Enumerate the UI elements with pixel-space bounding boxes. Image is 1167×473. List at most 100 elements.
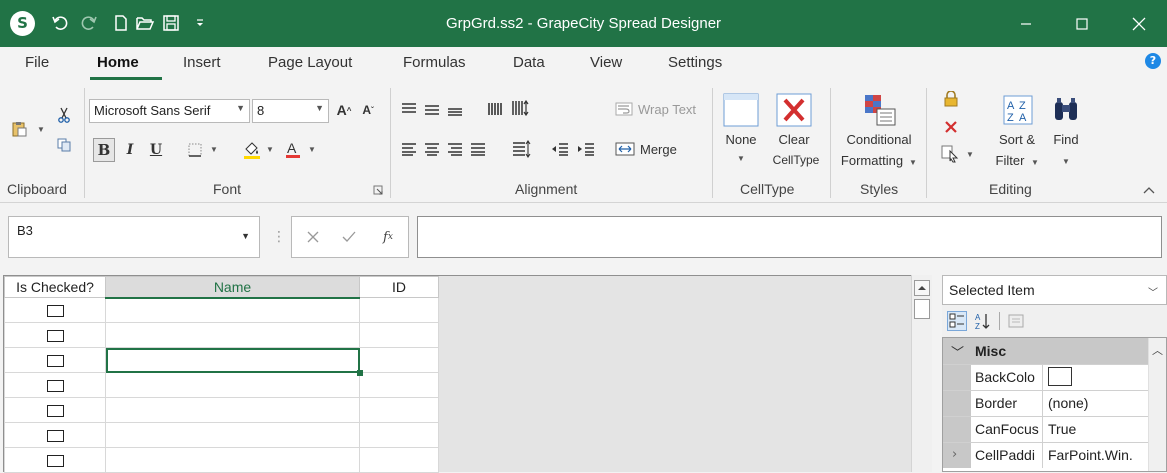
save-icon[interactable] <box>161 12 181 34</box>
decrease-indent-icon[interactable] <box>550 140 570 158</box>
sort-filter-label-line1[interactable]: Sort & <box>992 132 1042 147</box>
checkbox-cell[interactable] <box>4 447 106 473</box>
align-left-icon[interactable] <box>400 140 418 158</box>
enter-formula-icon[interactable] <box>340 228 358 246</box>
help-icon[interactable]: ? <box>1145 53 1161 69</box>
paste-icon[interactable] <box>8 118 30 140</box>
id-cell[interactable] <box>359 422 439 448</box>
conditional-formatting-label-line2[interactable]: Formatting <box>836 153 908 168</box>
font-size-combobox[interactable]: 8 ▼ <box>252 99 329 123</box>
tab-home[interactable]: Home <box>97 54 139 71</box>
id-cell[interactable] <box>359 322 439 348</box>
increase-indent-icon[interactable] <box>576 140 596 158</box>
property-object-selector[interactable]: Selected Item ﹀ <box>942 275 1167 305</box>
select-dropdown-icon[interactable]: ▼ <box>966 149 974 159</box>
name-cell[interactable] <box>105 397 360 423</box>
wrap-text-button[interactable]: Wrap Text <box>638 100 706 118</box>
insert-function-icon[interactable]: fx <box>377 227 399 247</box>
property-value[interactable]: FarPoint.Win. <box>1044 443 1148 468</box>
tab-file[interactable]: File <box>25 54 49 71</box>
checkbox[interactable] <box>46 354 64 367</box>
cancel-formula-icon[interactable] <box>304 228 322 246</box>
borders-icon[interactable] <box>183 139 207 161</box>
fill-handle[interactable] <box>357 370 363 376</box>
alphabetical-sort-icon[interactable]: AZ <box>973 311 993 331</box>
id-cell[interactable] <box>359 397 439 423</box>
checkbox-cell[interactable] <box>4 422 106 448</box>
align-bottom-icon[interactable] <box>446 100 464 118</box>
open-folder-icon[interactable] <box>135 12 155 34</box>
distributed-align-icon[interactable] <box>510 138 532 160</box>
property-row-canfocus[interactable]: CanFocus True <box>943 416 1148 442</box>
align-center-icon[interactable] <box>423 140 441 158</box>
align-top-icon[interactable] <box>400 100 418 118</box>
italic-button[interactable]: I <box>119 138 141 162</box>
scroll-thumb[interactable] <box>914 299 930 319</box>
align-middle-icon[interactable] <box>423 100 441 118</box>
clear-celltype-label-line2[interactable]: CellType <box>768 153 824 167</box>
sheet-vertical-scrollbar[interactable] <box>911 275 932 472</box>
scroll-up-icon[interactable]: ︿ <box>1152 342 1163 358</box>
tab-formulas[interactable]: Formulas <box>403 54 466 71</box>
spreadsheet-area[interactable]: Is Checked? Name ID <box>3 275 932 473</box>
checkbox[interactable] <box>46 429 64 442</box>
cut-icon[interactable] <box>55 106 73 124</box>
increase-font-size-icon[interactable]: A ^ <box>334 99 354 121</box>
chevron-down-icon[interactable]: ▼ <box>241 231 250 241</box>
scroll-up-button[interactable] <box>914 280 930 296</box>
formula-input[interactable] <box>417 216 1162 258</box>
collapse-chevron-icon[interactable]: ﹀ <box>951 342 964 361</box>
checkbox-cell[interactable] <box>4 397 106 423</box>
borders-dropdown-icon[interactable]: ▼ <box>210 144 218 154</box>
clear-icon[interactable] <box>942 118 960 136</box>
property-value[interactable]: (none) <box>1044 391 1148 416</box>
tab-data[interactable]: Data <box>513 54 545 71</box>
fill-color-icon[interactable] <box>240 138 264 162</box>
column-header-name[interactable]: Name <box>105 276 360 299</box>
find-label[interactable]: Find <box>1046 132 1086 147</box>
id-cell[interactable] <box>359 372 439 398</box>
tab-insert[interactable]: Insert <box>183 54 221 71</box>
property-row-cellpadding[interactable]: › CellPaddi FarPoint.Win. <box>943 442 1148 468</box>
justify-icon[interactable] <box>469 140 487 158</box>
collapse-ribbon-icon[interactable] <box>1142 184 1156 196</box>
tab-view[interactable]: View <box>590 54 622 71</box>
merge-button[interactable]: Merge <box>640 140 690 158</box>
id-cell[interactable] <box>359 347 439 373</box>
id-cell[interactable] <box>359 447 439 473</box>
conditional-formatting-dropdown-icon[interactable]: ▼ <box>909 157 917 167</box>
maximize-button[interactable] <box>1059 0 1105 47</box>
select-icon[interactable] <box>940 144 962 164</box>
checkbox-cell[interactable] <box>4 297 106 323</box>
property-category-misc[interactable]: ﹀ Misc <box>943 338 1148 364</box>
vertical-text-icon[interactable] <box>486 100 506 118</box>
undo-icon[interactable] <box>50 12 70 34</box>
underline-button[interactable]: U <box>145 138 167 162</box>
customize-dropdown-icon[interactable] <box>190 12 210 34</box>
property-row-backcolor[interactable]: BackColo <box>943 364 1148 390</box>
tab-page-layout[interactable]: Page Layout <box>268 54 352 71</box>
font-family-combobox[interactable]: Microsoft Sans Serif ▼ <box>89 99 250 123</box>
checkbox[interactable] <box>46 304 64 317</box>
sort-filter-label-line2[interactable]: Filter <box>990 153 1030 168</box>
name-box[interactable]: B3 ▼ <box>8 216 260 258</box>
property-value[interactable]: True <box>1044 417 1148 442</box>
column-header-is-checked[interactable]: Is Checked? <box>4 276 106 298</box>
name-cell[interactable] <box>105 447 360 473</box>
paste-dropdown-icon[interactable]: ▼ <box>37 124 45 134</box>
clear-celltype-label-line1[interactable]: Clear <box>768 132 820 147</box>
decrease-font-size-icon[interactable]: Aˇ <box>358 99 378 121</box>
name-cell[interactable] <box>105 372 360 398</box>
checkbox-cell[interactable] <box>4 347 106 373</box>
property-value[interactable] <box>1044 365 1148 390</box>
expand-chevron-icon[interactable]: › <box>952 447 957 462</box>
clear-celltype-icon[interactable] <box>776 92 812 128</box>
conditional-formatting-icon[interactable] <box>862 92 898 128</box>
copy-icon[interactable] <box>55 136 73 154</box>
font-color-icon[interactable]: A <box>282 138 304 162</box>
name-cell-selected[interactable] <box>105 347 360 373</box>
checkbox[interactable] <box>46 454 64 467</box>
sort-filter-icon[interactable]: AZZA <box>1000 92 1036 128</box>
find-binoculars-icon[interactable] <box>1048 92 1084 128</box>
find-dropdown-icon[interactable]: ▼ <box>1046 157 1086 166</box>
